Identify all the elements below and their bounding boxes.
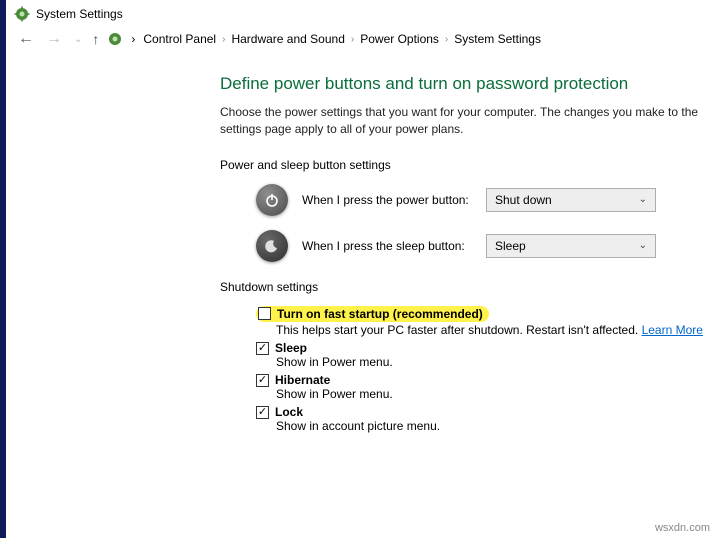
forward-button[interactable]: → [44,30,64,48]
chevron-down-icon: ⌄ [639,240,647,251]
system-settings-icon [14,6,30,22]
lock-checkbox[interactable] [256,406,269,419]
sleep-checkbox-label: Sleep [275,341,307,355]
sleep-dropdown-value: Sleep [495,239,526,253]
fast-startup-desc: This helps start your PC faster after sh… [276,323,638,337]
fast-startup-checkbox[interactable] [258,307,271,320]
crumb-power-options[interactable]: Power Options [360,32,439,46]
chevron-right-icon: › [351,34,354,45]
lock-checkbox-label: Lock [275,405,303,419]
power-button-icon [256,184,288,216]
control-panel-icon [107,31,123,47]
crumb-system-settings[interactable]: System Settings [454,32,541,46]
hibernate-checkbox[interactable] [256,374,269,387]
chevron-right-icon: › [131,32,135,46]
chevron-right-icon: › [445,34,448,45]
recent-dropdown-icon[interactable]: ⌄ [72,34,84,45]
crumb-hardware-sound[interactable]: Hardware and Sound [231,32,344,46]
learn-more-link[interactable]: Learn More [642,323,703,337]
back-button[interactable]: ← [16,30,36,48]
lock-checkbox-desc: Show in account picture menu. [276,419,720,433]
fast-startup-label: Turn on fast startup (recommended) [277,307,483,321]
page-title: Define power buttons and turn on passwor… [220,74,720,94]
power-dropdown-value: Shut down [495,193,552,207]
up-button[interactable]: ↑ [92,31,99,47]
section-power-sleep: Power and sleep button settings [220,158,720,172]
chevron-right-icon: › [222,34,225,45]
sleep-button-label: When I press the sleep button: [302,239,472,253]
breadcrumb: Control Panel › Hardware and Sound › Pow… [143,32,541,46]
sleep-button-dropdown[interactable]: Sleep ⌄ [486,234,656,258]
section-shutdown: Shutdown settings [220,280,720,294]
sleep-checkbox-desc: Show in Power menu. [276,355,720,369]
chevron-down-icon: ⌄ [639,194,647,205]
sleep-checkbox[interactable] [256,342,269,355]
power-button-label: When I press the power button: [302,193,472,207]
power-button-dropdown[interactable]: Shut down ⌄ [486,188,656,212]
hibernate-checkbox-desc: Show in Power menu. [276,387,720,401]
hibernate-checkbox-label: Hibernate [275,373,330,387]
watermark: wsxdn.com [655,522,710,534]
sleep-button-icon [256,230,288,262]
crumb-control-panel[interactable]: Control Panel [143,32,216,46]
page-subtitle: Choose the power settings that you want … [220,104,720,138]
window-title: System Settings [36,7,123,21]
